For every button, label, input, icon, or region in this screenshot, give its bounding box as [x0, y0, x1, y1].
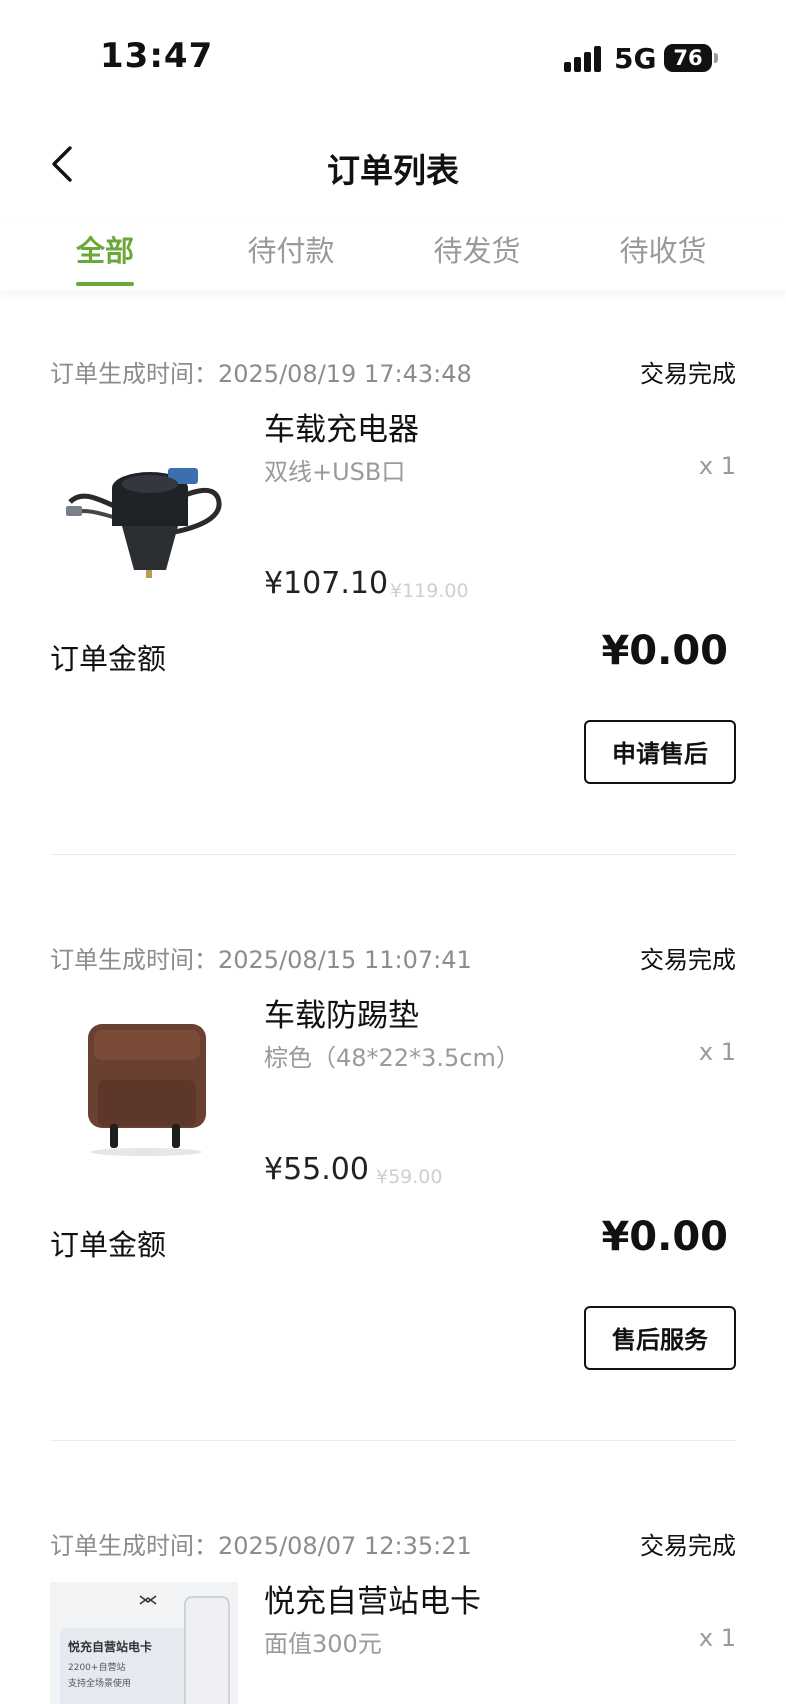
card-line-1: 2200+自营站 — [68, 1663, 126, 1673]
product-price: ¥107.10 — [264, 566, 389, 601]
product-quantity: x 1 — [698, 1624, 736, 1652]
order-status: 交易完成 — [640, 946, 736, 974]
navigation-bar: 订单列表 — [0, 130, 786, 200]
status-bar: 13:47 5G 76 — [0, 0, 786, 110]
divider — [50, 1440, 736, 1441]
original-price: ¥59.00 — [376, 1166, 443, 1188]
product-quantity: x 1 — [698, 452, 736, 480]
tab-pending-receipt[interactable]: 待收货 — [570, 228, 756, 270]
kick-mat-image[interactable] — [50, 996, 238, 1164]
product-spec: 棕色（48*22*3.5cm） — [264, 1044, 520, 1072]
order-card[interactable]: 订单生成时间：2025/08/15 11:07:41 交易完成 车载防踢垫 棕色… — [50, 940, 736, 1460]
page-title: 订单列表 — [327, 151, 459, 190]
order-amount: ¥0.00 — [601, 1214, 728, 1260]
divider — [50, 854, 736, 855]
product-spec: 双线+USB口 — [264, 458, 406, 486]
order-amount: ¥0.00 — [601, 628, 728, 674]
product-price: ¥55.00 — [264, 1152, 369, 1187]
after-sales-service-button[interactable]: 售后服务 — [584, 1306, 736, 1370]
product-quantity: x 1 — [698, 1038, 736, 1066]
card-line-2: 支持全场景使用 — [68, 1679, 132, 1689]
order-card[interactable]: 订单生成时间：2025/08/19 17:43:48 交易完成 车载充电器 双线… — [50, 354, 736, 874]
product-name: 悦充自营站电卡 — [264, 1584, 481, 1620]
order-tabs: 全部 待付款 待发货 待收货 — [0, 220, 786, 290]
network-type: 5G — [614, 42, 657, 75]
product-spec: 面值300元 — [264, 1630, 382, 1658]
order-card[interactable]: 订单生成时间：2025/08/07 12:35:21 交易完成 悦充自营站电卡 … — [50, 1526, 736, 1704]
tab-pending-payment[interactable]: 待付款 — [198, 228, 384, 270]
original-price: ¥119.00 — [390, 580, 469, 602]
battery-cap — [714, 53, 718, 63]
order-time: 订单生成时间：2025/08/07 12:35:21 — [50, 1532, 472, 1560]
order-time: 订单生成时间：2025/08/15 11:07:41 — [50, 946, 472, 974]
card-title: 悦充自营站电卡 — [68, 1640, 153, 1654]
order-time: 订单生成时间：2025/08/19 17:43:48 — [50, 360, 472, 388]
order-status: 交易完成 — [640, 1532, 736, 1560]
cellular-signal-icon — [564, 46, 604, 72]
tab-all[interactable]: 全部 — [12, 228, 198, 270]
active-tab-indicator — [76, 282, 134, 286]
tab-pending-shipment[interactable]: 待发货 — [384, 228, 570, 270]
product-name: 车载充电器 — [264, 412, 419, 448]
order-amount-label: 订单金额 — [50, 1228, 167, 1262]
car-charger-image[interactable] — [50, 410, 238, 580]
order-status: 交易完成 — [640, 360, 736, 388]
order-amount-label: 订单金额 — [50, 642, 167, 676]
battery-icon: 76 — [664, 44, 712, 72]
charge-card-image[interactable]: 悦充自营站电卡 2200+自营站 支持全场景使用 — [50, 1582, 238, 1704]
apply-after-sales-button[interactable]: 申请售后 — [584, 720, 736, 784]
status-time: 13:47 — [100, 36, 214, 76]
product-name: 车载防踢垫 — [264, 998, 419, 1034]
